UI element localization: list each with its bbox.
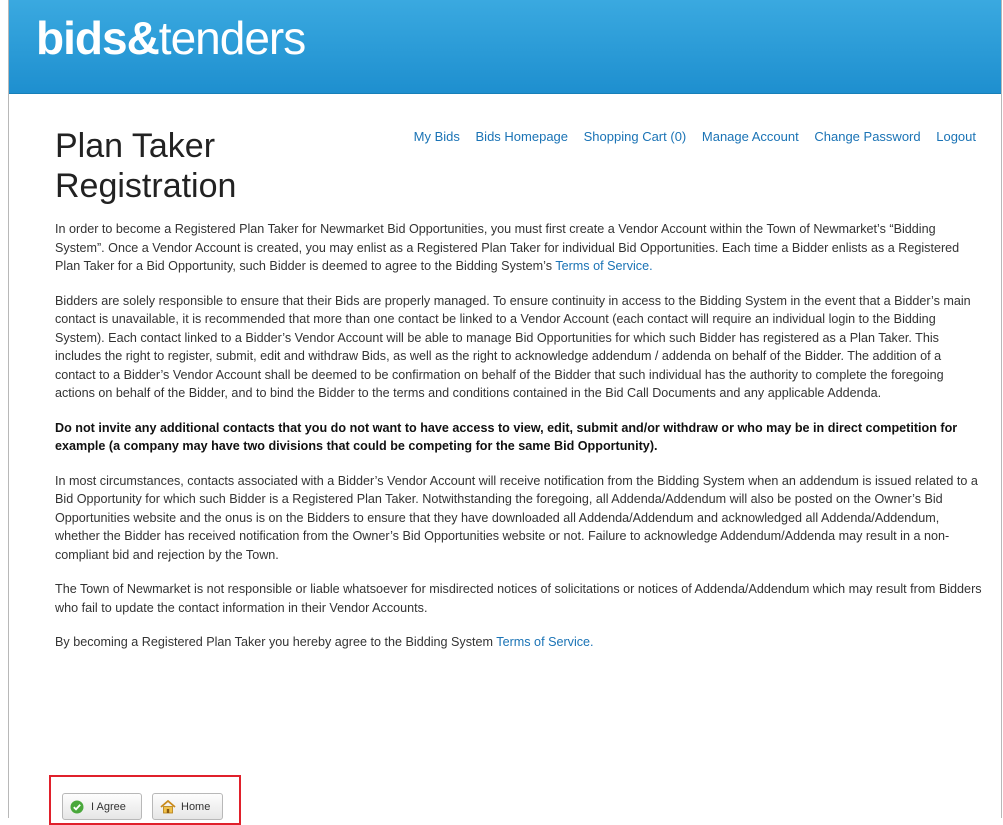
logo-bids-text: bids (36, 12, 128, 64)
page-frame: bids&tenders Plan Taker Registration My … (8, 0, 1002, 825)
i-agree-button[interactable]: I Agree (62, 793, 142, 820)
page-title: Plan Taker Registration (55, 127, 237, 205)
home-label: Home (181, 800, 211, 813)
agreement-paragraph: By becoming a Registered Plan Taker you … (55, 633, 985, 652)
intro-text: In order to become a Registered Plan Tak… (55, 222, 960, 273)
registration-terms: In order to become a Registered Plan Tak… (55, 220, 985, 668)
nav-shopping-cart[interactable]: Shopping Cart (0) (584, 129, 687, 144)
logo-ampersand: & (126, 12, 160, 64)
nav-manage-account[interactable]: Manage Account (702, 129, 799, 144)
agreement-text: By becoming a Registered Plan Taker you … (55, 635, 497, 649)
house-icon (160, 799, 176, 814)
liability-paragraph: The Town of Newmarket is not responsible… (55, 582, 982, 615)
nav-change-password[interactable]: Change Password (814, 129, 920, 144)
intro-paragraph: In order to become a Registered Plan Tak… (55, 220, 985, 276)
home-button[interactable]: Home (152, 793, 223, 820)
nav-logout[interactable]: Logout (936, 129, 976, 144)
responsibility-paragraph: Bidders are solely responsible to ensure… (55, 293, 971, 401)
site-header: bids&tenders (9, 0, 1001, 94)
check-circle-icon (70, 800, 84, 814)
nav-bids-homepage[interactable]: Bids Homepage (476, 129, 569, 144)
terms-of-service-link[interactable]: Terms of Service. (555, 259, 652, 273)
terms-of-service-link-footer[interactable]: Terms of Service. (496, 635, 593, 649)
top-navigation: My Bids Bids Homepage Shopping Cart (0) … (402, 129, 976, 144)
nav-my-bids[interactable]: My Bids (414, 129, 460, 144)
logo-tenders-text: tenders (158, 12, 306, 64)
addenda-paragraph: In most circumstances, contacts associat… (55, 473, 978, 562)
warning-paragraph: Do not invite any additional contacts th… (55, 420, 958, 454)
bids-and-tenders-logo[interactable]: bids&tenders (36, 10, 306, 66)
i-agree-label: I Agree (91, 800, 126, 813)
